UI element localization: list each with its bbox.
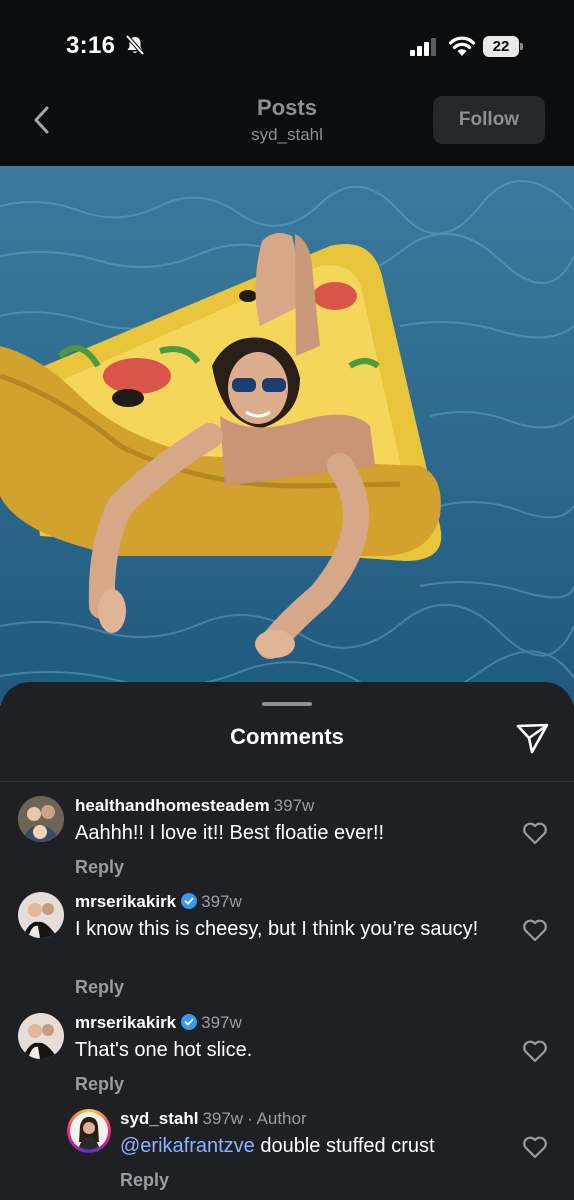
mention-link[interactable]: @erikafrantzve bbox=[120, 1135, 255, 1157]
heart-icon[interactable] bbox=[522, 1135, 548, 1159]
comments-title: Comments bbox=[230, 724, 344, 749]
reply-button[interactable]: Reply bbox=[75, 977, 124, 998]
comment-time: 397w bbox=[201, 1013, 242, 1032]
comment-text: I know this is cheesy, but I think you’r… bbox=[75, 918, 479, 940]
heart-icon[interactable] bbox=[522, 1039, 548, 1063]
comment-time: 397w bbox=[201, 892, 242, 911]
comment-time: 397w bbox=[202, 1109, 244, 1128]
verified-badge-icon bbox=[181, 1014, 198, 1030]
reply-button[interactable]: Reply bbox=[120, 1170, 169, 1191]
comment-username[interactable]: mrserikakirk 397w bbox=[75, 1013, 242, 1033]
share-button[interactable] bbox=[512, 718, 552, 758]
avatar[interactable] bbox=[18, 1013, 64, 1059]
reply-button[interactable]: Reply bbox=[75, 1074, 124, 1095]
cellular-signal-icon bbox=[410, 38, 436, 56]
comment-time: 397w bbox=[273, 796, 315, 815]
heart-icon[interactable] bbox=[522, 821, 548, 845]
battery-indicator: 22 bbox=[483, 36, 523, 57]
bell-slash-icon bbox=[125, 34, 145, 56]
author-label: · Author bbox=[247, 1109, 307, 1128]
battery-level: 22 bbox=[483, 36, 519, 57]
reply-button[interactable]: Reply bbox=[75, 857, 124, 878]
nav-header: Posts syd_stahl Follow bbox=[0, 90, 574, 166]
avatar[interactable] bbox=[18, 796, 64, 842]
follow-button[interactable]: Follow bbox=[433, 96, 545, 144]
pool-photo bbox=[0, 166, 574, 706]
wifi-icon bbox=[448, 36, 476, 56]
post-image[interactable] bbox=[0, 166, 574, 706]
comment-text: @erikafrantzve double stuffed crust bbox=[120, 1135, 435, 1157]
comment-username[interactable]: mrserikakirk 397w bbox=[75, 892, 242, 912]
status-bar: 3:16 22 bbox=[0, 0, 574, 90]
sheet-drag-handle[interactable] bbox=[262, 702, 312, 706]
avatar[interactable] bbox=[18, 892, 64, 938]
divider bbox=[0, 781, 574, 782]
comment-username[interactable]: syd_stahl 397w · Author bbox=[120, 1109, 307, 1129]
verified-badge-icon bbox=[181, 893, 198, 909]
story-avatar[interactable] bbox=[67, 1109, 111, 1153]
comment-username[interactable]: healthandhomesteadem 397w bbox=[75, 796, 314, 816]
comments-sheet: Comments healthandhomesteadem 397w Aahhh!… bbox=[0, 682, 574, 1200]
heart-icon[interactable] bbox=[522, 918, 548, 942]
status-time: 3:16 bbox=[66, 32, 116, 59]
comment-text: That's one hot slice. bbox=[75, 1039, 253, 1061]
comment-text: Aahhh!! I love it!! Best floatie ever!! bbox=[75, 822, 385, 844]
send-icon bbox=[516, 723, 549, 754]
